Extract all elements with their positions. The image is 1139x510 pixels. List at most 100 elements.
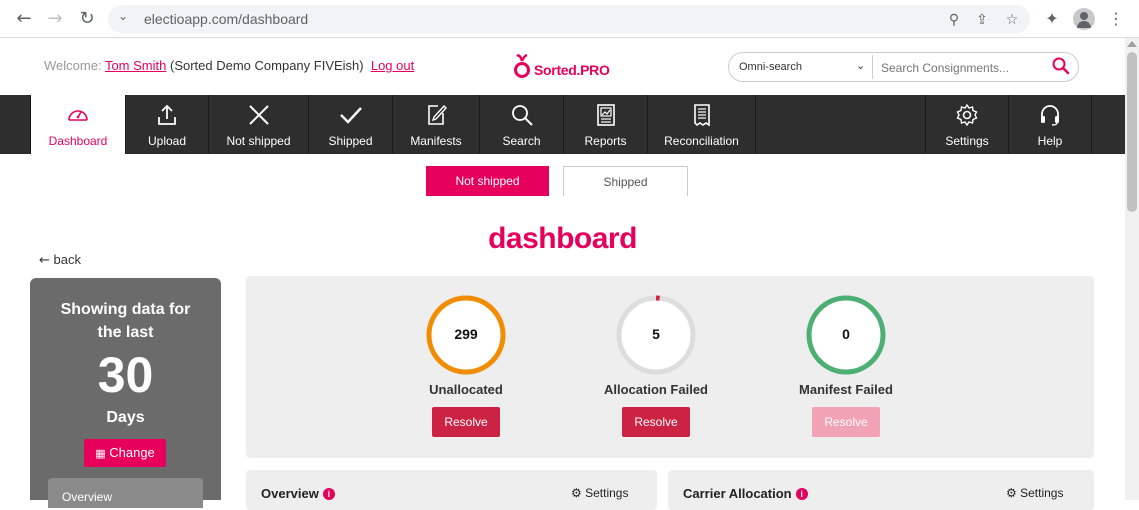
back-label: back (53, 252, 81, 267)
gear-icon (956, 103, 978, 127)
bookmark-star-icon[interactable]: ☆ (1002, 10, 1022, 30)
share-icon[interactable]: ⇪ (972, 10, 992, 30)
overview-title-text: Overview (261, 486, 319, 501)
search-consignments-input[interactable]: Search Consignments... (881, 61, 1009, 75)
gear-icon: ⚙ (571, 486, 582, 500)
info-icon[interactable]: i (322, 488, 335, 500)
nav-reports[interactable]: Reports (563, 95, 647, 154)
x-icon (248, 105, 269, 125)
check-icon (339, 107, 362, 124)
speedometer-icon (68, 110, 88, 121)
reload-icon[interactable]: ↻ (75, 7, 99, 31)
nav-label: Help (1037, 134, 1063, 148)
address-bar[interactable]: ⌄ electioapp.com/dashboard ⚲ ⇪ ☆ (108, 5, 1030, 33)
profile-avatar-icon[interactable] (1073, 8, 1095, 30)
nav-label: Reports (584, 134, 627, 148)
days-unit: Days (106, 409, 145, 426)
info-icon[interactable]: i (795, 488, 808, 500)
date-range-panel: Showing data for the last 30 Days ▦ Chan… (30, 278, 221, 508)
site-info-icon[interactable]: ⌄ (118, 9, 128, 23)
document-edit-icon (428, 104, 447, 125)
forward-arrow-icon[interactable]: → (43, 7, 67, 31)
carrier-settings-button[interactable]: ⚙ Settings (1006, 486, 1063, 500)
search-icon[interactable] (1051, 56, 1071, 76)
main-navigation: Dashboard Upload Not shipped Shipped Man… (0, 95, 1125, 154)
welcome-label: Welcome: (44, 58, 102, 73)
nav-dashboard[interactable]: Dashboard (30, 95, 125, 154)
nav-label: Manifests (410, 134, 462, 148)
page-title: dashboard (488, 222, 637, 255)
side-overview-item[interactable]: Overview (48, 478, 203, 508)
overview-settings-button[interactable]: ⚙ Settings (571, 486, 628, 500)
omni-search-bar: Omni-search ⌄ Search Consignments... (728, 52, 1079, 82)
overview-card: Overview i ⚙ Settings (246, 470, 657, 510)
stat-label: Allocation Failed (603, 382, 708, 397)
logo-text: Sorted.PRO (534, 62, 610, 78)
extensions-icon[interactable]: ✦ (1040, 7, 1064, 31)
nav-manifests[interactable]: Manifests (392, 95, 479, 154)
gear-icon: ⚙ (1006, 486, 1017, 500)
tab-shipped[interactable]: Shipped (563, 166, 688, 196)
stat-unallocated: 299 Unallocated Resolve (366, 293, 566, 437)
chevron-down-icon[interactable]: ⌄ (856, 59, 865, 72)
divider (872, 55, 873, 79)
welcome-line: Welcome: Tom Smith (Sorted Demo Company … (44, 58, 414, 73)
nav-label: Search (502, 134, 541, 148)
stat-allocation-failed: 5 Allocation Failed Resolve (556, 293, 756, 437)
logout-link[interactable]: Log out (371, 58, 414, 73)
arrow-left-icon: ← (39, 253, 50, 268)
scroll-thumb[interactable] (1127, 52, 1137, 212)
back-arrow-icon[interactable]: ← (12, 7, 36, 31)
scroll-up-icon[interactable] (1127, 41, 1137, 47)
stats-panel: 299 Unallocated Resolve 5 Allocation Fai… (246, 276, 1094, 458)
menu-dots-icon[interactable]: ⋮ (1104, 7, 1128, 31)
showing-line2: the last (97, 324, 154, 341)
company-name: (Sorted Demo Company FIVEish) (169, 58, 364, 73)
resolve-manifest-failed-button[interactable]: Resolve (812, 407, 880, 437)
nav-not-shipped[interactable]: Not shipped (208, 95, 308, 154)
days-count: 30 (97, 347, 154, 403)
headset-icon (1041, 105, 1059, 126)
stat-label: Manifest Failed (799, 382, 893, 397)
zoom-icon[interactable]: ⚲ (944, 10, 964, 30)
nav-label: Not shipped (226, 134, 291, 148)
receipt-icon (693, 104, 710, 127)
stat-label: Unallocated (429, 382, 503, 397)
carrier-allocation-card: Carrier Allocation i ⚙ Settings (668, 470, 1094, 510)
nav-search[interactable]: Search (479, 95, 563, 154)
nav-label: Upload (147, 134, 187, 148)
user-name-link[interactable]: Tom Smith (105, 58, 166, 73)
nav-label: Dashboard (48, 134, 108, 148)
url-text[interactable]: electioapp.com/dashboard (144, 11, 308, 27)
settings-label: Settings (1020, 486, 1064, 500)
report-icon (596, 104, 615, 126)
calendar-icon: ▦ (95, 447, 106, 460)
nav-help[interactable]: Help (1008, 95, 1092, 154)
back-link[interactable]: ← back (39, 252, 81, 268)
search-icon (511, 105, 533, 126)
stat-manifest-failed: 0 Manifest Failed Resolve (746, 293, 946, 437)
omni-search-select[interactable]: Omni-search (739, 61, 802, 73)
page-scrollbar[interactable] (1125, 38, 1139, 500)
nav-upload[interactable]: Upload (125, 95, 208, 154)
resolve-allocation-failed-button[interactable]: Resolve (622, 407, 690, 437)
nav-label: Settings (945, 134, 989, 148)
sorted-logo-icon (514, 53, 530, 78)
showing-data-text: Showing data for the last (30, 298, 221, 344)
showing-line1: Showing data for (60, 301, 191, 318)
change-range-button[interactable]: ▦ Change (84, 439, 166, 467)
browser-toolbar: ← → ↻ ⌄ electioapp.com/dashboard ⚲ ⇪ ☆ ✦… (0, 0, 1139, 38)
nav-label: Shipped (328, 134, 373, 148)
tab-not-shipped[interactable]: Not shipped (426, 166, 549, 196)
resolve-unallocated-button[interactable]: Resolve (432, 407, 500, 437)
nav-reconciliation[interactable]: Reconciliation (647, 95, 756, 154)
change-label: Change (109, 445, 155, 460)
nav-settings[interactable]: Settings (925, 95, 1008, 154)
stat-value: 299 (454, 326, 478, 342)
carrier-title-text: Carrier Allocation (683, 486, 792, 501)
overview-card-title: Overview i (261, 486, 335, 501)
carrier-card-title: Carrier Allocation i (683, 486, 808, 501)
nav-shipped[interactable]: Shipped (308, 95, 392, 154)
upload-icon (158, 104, 176, 125)
nav-label: Reconciliation (664, 134, 739, 148)
